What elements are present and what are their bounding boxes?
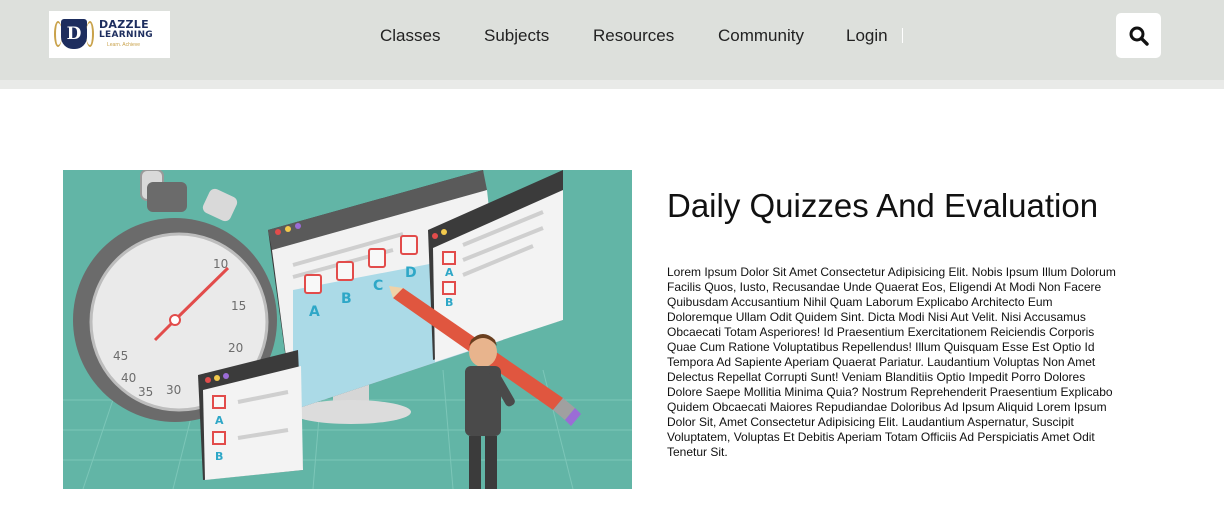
navbar-shadow-strip [0, 80, 1224, 89]
nav-login[interactable]: Login [846, 26, 888, 46]
stopwatch-number: 35 [138, 385, 153, 399]
logo-tagline: Learn. Achieve [107, 42, 141, 48]
quiz-illustration-svg: 10 15 20 25 30 35 40 45 [63, 170, 632, 489]
quiz-option-label: A [445, 266, 454, 279]
quiz-option-label: A [309, 304, 320, 320]
quiz-illustration: 10 15 20 25 30 35 40 45 [63, 170, 632, 489]
quiz-option-label: B [445, 296, 453, 309]
stopwatch-number: 45 [113, 349, 128, 363]
search-icon [1129, 26, 1149, 46]
nav-subjects[interactable]: Subjects [484, 26, 549, 46]
nav-resources[interactable]: Resources [593, 26, 674, 46]
stopwatch-number: 30 [166, 383, 181, 397]
logo-word-learning: LEARNING [99, 30, 153, 40]
quiz-option-label: C [373, 278, 383, 294]
quiz-option-label: B [341, 291, 352, 307]
brand-logo[interactable]: D DAZZLE LEARNING Learn. Achieve [49, 11, 170, 58]
nav-classes[interactable]: Classes [380, 26, 440, 46]
stopwatch-number: 40 [121, 371, 136, 385]
section-description: Lorem Ipsum Dolor Sit Amet Consectetur A… [667, 265, 1116, 459]
person [465, 334, 515, 489]
search-button[interactable] [1116, 13, 1161, 58]
laurel-right-icon [86, 21, 94, 47]
stopwatch-number: 15 [231, 299, 246, 313]
quiz-option-label: D [405, 265, 417, 281]
section-title: Daily Quizzes And Evaluation [667, 187, 1099, 224]
stopwatch-number: 20 [228, 341, 243, 355]
nav-divider [902, 28, 903, 43]
navbar: D DAZZLE LEARNING Learn. Achieve Classes… [0, 0, 1224, 80]
quiz-option-label: A [215, 414, 224, 427]
nav-community[interactable]: Community [718, 26, 804, 46]
quiz-option-label: B [215, 450, 223, 463]
logo-badge: D [61, 19, 87, 49]
